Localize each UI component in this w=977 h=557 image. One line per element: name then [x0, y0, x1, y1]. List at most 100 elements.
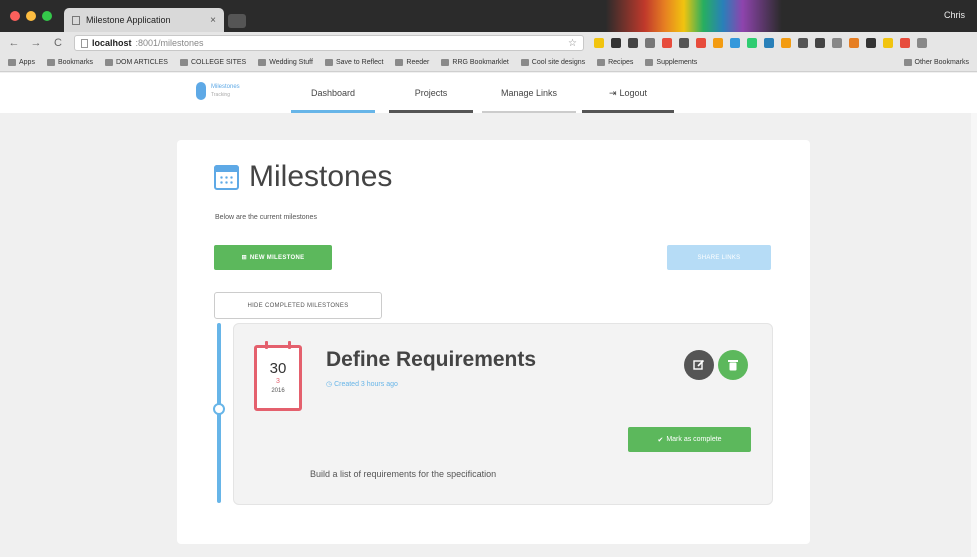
bookmark-item[interactable]: Reeder	[395, 59, 429, 66]
extension-icon[interactable]	[747, 38, 757, 48]
new-milestone-button[interactable]: ⊞ NEW MILESTONE	[214, 245, 332, 270]
extension-icon[interactable]	[866, 38, 876, 48]
bookmark-label: Supplements	[656, 59, 698, 66]
extension-icon[interactable]	[696, 38, 706, 48]
folder-icon	[441, 59, 450, 66]
brand-subtitle: Tracking	[211, 92, 230, 98]
underline	[582, 110, 674, 113]
extension-icon[interactable]	[662, 38, 672, 48]
extension-icon[interactable]	[764, 38, 774, 48]
nav-dashboard-label: Dashboard	[310, 88, 356, 98]
bookmark-label: Cool site designs	[531, 59, 586, 66]
app-navbar: Milestones Tracking Dashboard Projects M…	[0, 73, 977, 113]
back-icon[interactable]: ←	[8, 37, 20, 49]
page-scrollbar[interactable]	[971, 113, 977, 557]
nav-logout-label: Logout	[619, 88, 648, 98]
brand-title: Milestones	[211, 84, 240, 90]
extension-icon[interactable]	[713, 38, 723, 48]
folder-icon	[520, 59, 529, 66]
folder-icon	[597, 59, 606, 66]
bookmark-label: Bookmarks	[57, 59, 93, 66]
edit-milestone-button[interactable]	[684, 350, 714, 380]
nav-logout[interactable]: ⇥ Logout	[582, 73, 674, 113]
milestone-year: 2016	[271, 388, 285, 394]
page-heading: Milestones	[214, 160, 392, 194]
folder-icon	[104, 59, 113, 66]
bookmarks-bar: Apps Bookmarks DOM ARTICLES COLLEGE SITES We…	[0, 54, 977, 72]
nav-dashboard[interactable]: Dashboard	[291, 73, 375, 113]
minimize-window-button[interactable]	[26, 11, 36, 21]
bookmark-item[interactable]: Supplements	[645, 59, 697, 66]
delete-milestone-button[interactable]	[718, 350, 748, 380]
tab-close-icon[interactable]: ×	[210, 15, 216, 26]
extension-icon[interactable]	[849, 38, 859, 48]
active-underline	[291, 110, 375, 113]
bookmark-item[interactable]: Cool site designs	[520, 59, 586, 66]
extension-icon[interactable]	[798, 38, 808, 48]
mark-complete-label: Mark as complete	[666, 436, 722, 443]
bookmark-label: Wedding Stuff	[269, 59, 313, 66]
milestone-date-calendar: 30 3 2016	[254, 341, 302, 411]
extension-icon[interactable]	[679, 38, 689, 48]
new-tab-button[interactable]	[228, 14, 246, 28]
milestone-title: Define Requirements	[326, 348, 537, 371]
check-icon: ✔	[657, 436, 664, 444]
milestone-description: Build a list of requirements for the spe…	[310, 469, 497, 479]
extension-icon[interactable]	[900, 38, 910, 48]
mark-complete-button[interactable]: ✔ Mark as complete	[628, 427, 751, 452]
nav-manage-links[interactable]: Manage Links	[482, 73, 576, 113]
bookmark-item[interactable]: Save to Reflect	[324, 59, 384, 66]
bookmark-label: Apps	[19, 59, 35, 66]
extension-icon[interactable]	[594, 38, 604, 48]
bookmark-item[interactable]: Wedding Stuff	[258, 59, 313, 66]
close-window-button[interactable]	[10, 11, 20, 21]
trash-icon	[728, 360, 738, 371]
bookmark-item[interactable]: DOM ARTICLES	[104, 59, 168, 66]
maximize-window-button[interactable]	[42, 11, 52, 21]
calendar-icon	[214, 164, 239, 190]
extension-icon[interactable]	[645, 38, 655, 48]
underline	[482, 111, 576, 113]
clock-icon: ◷	[326, 381, 333, 388]
forward-icon[interactable]: →	[30, 37, 42, 49]
reload-icon[interactable]: C	[52, 37, 64, 49]
extension-icon[interactable]	[883, 38, 893, 48]
bookmark-item[interactable]: Recipes	[597, 59, 633, 66]
bookmark-item[interactable]: Apps	[8, 59, 35, 66]
extension-icon[interactable]	[917, 38, 927, 48]
browser-titlebar: Milestone Application × Chris	[0, 0, 977, 32]
extension-icon[interactable]	[628, 38, 638, 48]
bookmark-item[interactable]: Bookmarks	[46, 59, 93, 66]
share-links-label: SHARE LINKS	[697, 254, 741, 261]
bookmark-item[interactable]: RRG Bookmarklet	[441, 59, 509, 66]
logo-icon	[196, 82, 206, 100]
bookmark-star-icon[interactable]: ☆	[568, 38, 577, 49]
extension-icon[interactable]	[781, 38, 791, 48]
brand[interactable]: Milestones Tracking	[196, 82, 240, 100]
page-info-icon[interactable]	[81, 38, 88, 48]
hide-completed-button[interactable]: HIDE COMPLETED MILESTONES	[214, 292, 382, 319]
browser-tab[interactable]: Milestone Application ×	[64, 8, 224, 32]
milestone-day: 30	[269, 360, 287, 377]
extension-icon[interactable]	[611, 38, 621, 48]
nav-projects[interactable]: Projects	[389, 73, 473, 113]
new-milestone-label: NEW MILESTONE	[249, 254, 305, 261]
other-bookmarks[interactable]: Other Bookmarks	[903, 59, 969, 66]
address-bar[interactable]: localhost :8001/milestones ☆	[74, 35, 584, 51]
extension-icon[interactable]	[730, 38, 740, 48]
folder-icon	[903, 59, 912, 66]
share-links-button[interactable]: SHARE LINKS	[667, 245, 771, 270]
profile-name[interactable]: Chris	[944, 10, 965, 20]
extension-icon[interactable]	[832, 38, 842, 48]
hide-completed-label: HIDE COMPLETED MILESTONES	[247, 302, 349, 309]
page-subtitle: Below are the current milestones	[215, 214, 317, 221]
apps-grid-icon	[8, 59, 16, 66]
bookmark-item[interactable]: COLLEGE SITES	[179, 59, 246, 66]
brand-name: Milestones Tracking	[211, 83, 240, 99]
extension-icon[interactable]	[815, 38, 825, 48]
bookmark-label: Save to Reflect	[335, 59, 384, 66]
folder-icon	[179, 59, 188, 66]
logout-icon: ⇥	[608, 87, 617, 98]
bookmark-label: Recipes	[608, 59, 634, 66]
milestone-created: ◷ Created 3 hours ago	[326, 380, 398, 388]
